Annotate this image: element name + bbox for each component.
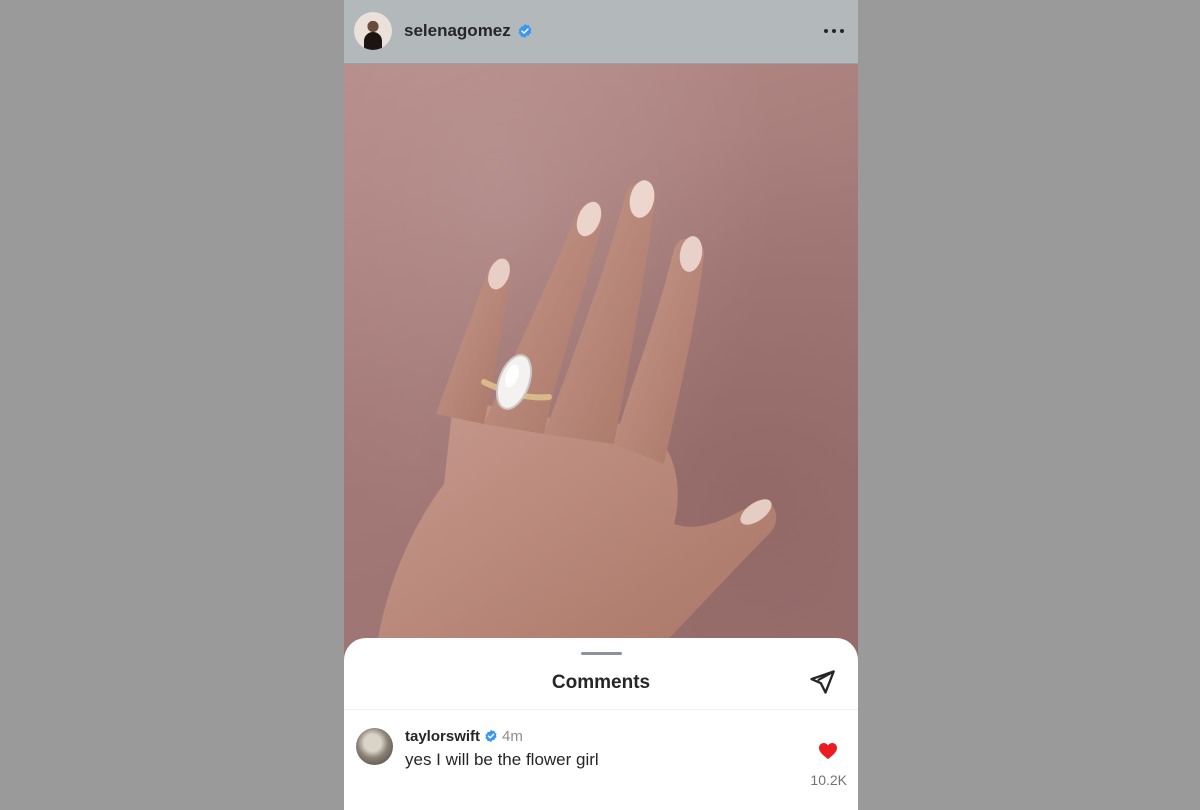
comment-timestamp: 4m — [502, 728, 523, 745]
comment-text: yes I will be the flower girl — [405, 750, 599, 769]
comments-sheet: Comments taylorswift 4m yes I will be th… — [344, 638, 858, 810]
hand-with-ring-illustration — [374, 180, 777, 664]
post-photo[interactable] — [344, 64, 858, 664]
commenter-avatar[interactable] — [356, 728, 393, 765]
sheet-divider — [344, 709, 858, 710]
comment-like-count: 10.2K — [810, 772, 847, 788]
verified-badge-icon — [518, 24, 532, 38]
author-username[interactable]: selenagomez — [404, 21, 511, 41]
instagram-post-view: selenagomez Comments taylorswift 4m yes … — [344, 0, 858, 810]
sheet-drag-handle[interactable] — [581, 652, 622, 655]
send-icon[interactable] — [808, 668, 836, 696]
author-avatar[interactable] — [354, 12, 392, 50]
post-header: selenagomez — [344, 0, 858, 64]
heart-icon[interactable] — [818, 742, 838, 760]
comments-title: Comments — [551, 672, 651, 693]
commenter-username[interactable]: taylorswift — [405, 728, 480, 745]
verified-badge-icon — [485, 729, 497, 743]
more-options-icon[interactable] — [822, 20, 846, 42]
